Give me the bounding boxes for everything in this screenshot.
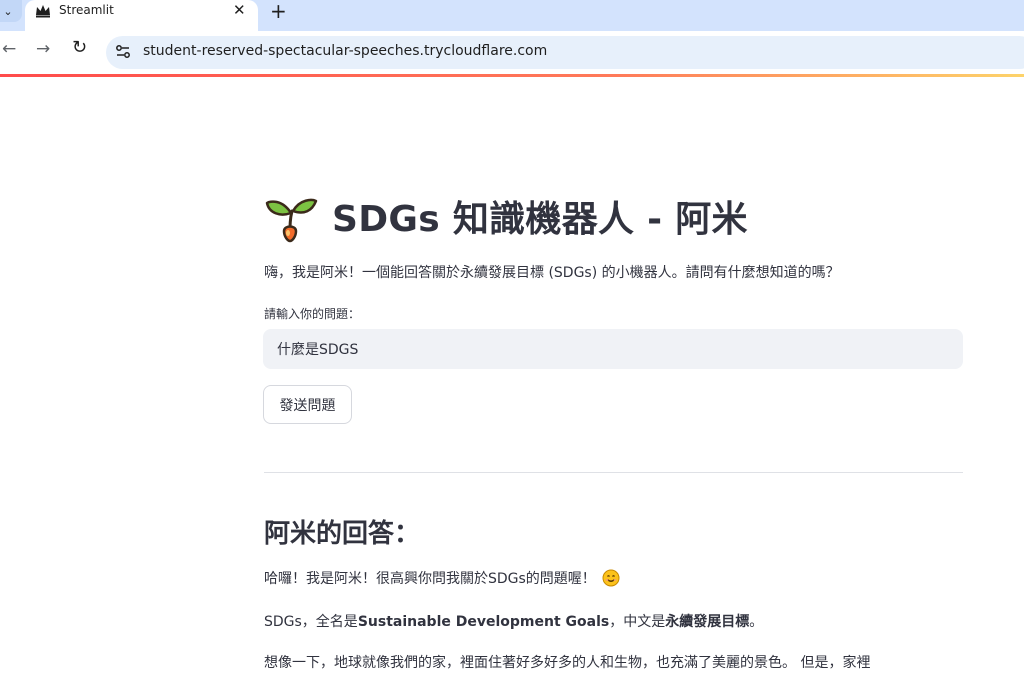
answer-paragraph-1: 哈囉！我是阿米！很高興你問我關於SDGs的問題喔！	[264, 568, 620, 588]
streamlit-crown-icon	[36, 5, 50, 18]
browser-tab[interactable]: Streamlit ✕	[25, 0, 258, 31]
intro-text: 嗨，我是阿米！一個能回答關於永續發展目標 (SDGs) 的小機器人。請問有什麼想…	[264, 265, 840, 281]
smiling-face-icon	[602, 569, 620, 587]
answer-text: 。	[749, 614, 764, 630]
page-title: SDGs 知識機器人 - 阿米	[264, 188, 748, 244]
tab-title: Streamlit	[59, 3, 114, 17]
app-header-decoration	[0, 74, 1024, 77]
browser-tab-strip: ⌄ Streamlit ✕ +	[0, 0, 1024, 31]
reload-icon[interactable]: ↻	[72, 37, 87, 58]
sprout-icon	[265, 198, 318, 243]
address-bar[interactable]: student-reserved-spectacular-speeches.tr…	[106, 36, 1024, 69]
answer-paragraph-3: 想像一下，地球就像我們的家，裡面住著好多好多的人和生物，也充滿了美麗的景色。 但…	[264, 655, 871, 671]
url-text: student-reserved-spectacular-speeches.tr…	[143, 43, 548, 59]
answer-paragraph-2: SDGs，全名是Sustainable Development Goals，中文…	[264, 611, 763, 631]
answer-heading: 阿米的回答：	[264, 519, 421, 549]
answer-text: ，中文是	[609, 614, 666, 630]
browser-toolbar: ← → ↻ student-reserved-spectacular-speec…	[0, 31, 1024, 74]
answer-greeting: 哈囉！我是阿米！很高興你問我關於SDGs的問題喔！	[264, 571, 596, 587]
question-input-label: 請輸入你的問題：	[264, 307, 361, 321]
answer-bold-text: 永續發展目標	[665, 614, 750, 630]
back-arrow-icon[interactable]: ←	[2, 39, 16, 59]
chevron-down-icon: ⌄	[3, 4, 13, 18]
site-settings-icon[interactable]	[114, 43, 132, 61]
close-icon[interactable]: ✕	[233, 1, 246, 19]
tab-search-button[interactable]: ⌄	[0, 0, 22, 22]
answer-text: SDGs，全名是	[264, 614, 358, 630]
answer-bold-text: Sustainable Development Goals	[357, 614, 610, 630]
plus-icon[interactable]: +	[270, 0, 287, 23]
page-title-text: SDGs 知識機器人 - 阿米	[332, 199, 748, 240]
question-input[interactable]	[263, 329, 963, 369]
divider	[264, 472, 963, 473]
send-question-button[interactable]: 發送問題	[263, 385, 352, 424]
forward-arrow-icon[interactable]: →	[36, 39, 50, 59]
